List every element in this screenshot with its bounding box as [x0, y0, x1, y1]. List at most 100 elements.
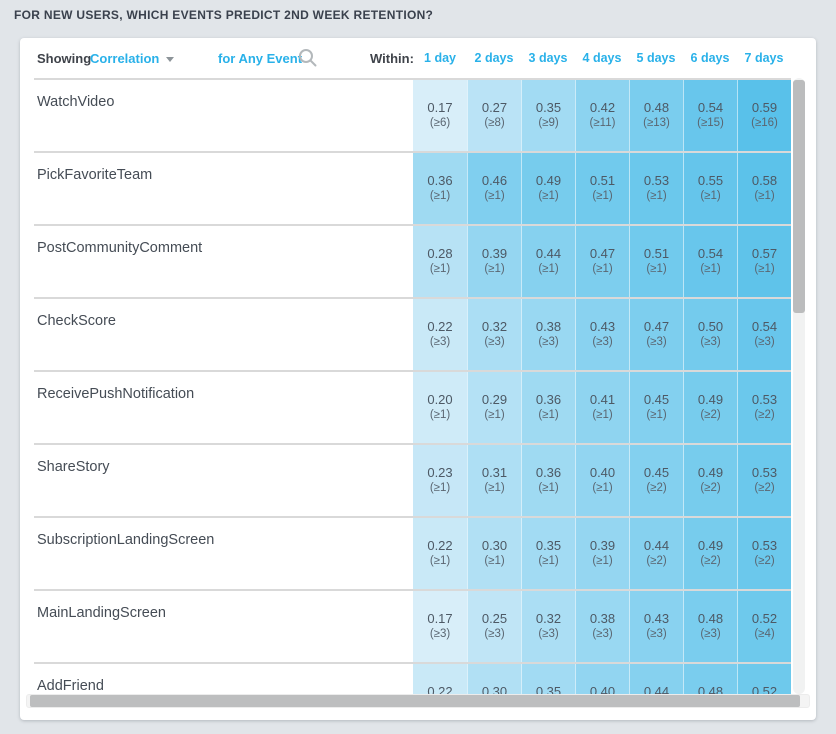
correlation-cell[interactable]: 0.35(≥9): [521, 80, 575, 151]
correlation-cell[interactable]: 0.25(≥3): [467, 591, 521, 662]
correlation-threshold: (≥3): [538, 627, 558, 642]
chevron-down-icon: [166, 57, 174, 62]
correlation-cell[interactable]: 0.48: [683, 664, 737, 694]
correlation-cell[interactable]: 0.45(≥2): [629, 445, 683, 516]
correlation-value: 0.49: [536, 173, 561, 188]
correlation-cell[interactable]: 0.45(≥1): [629, 372, 683, 443]
correlation-cell[interactable]: 0.27(≥8): [467, 80, 521, 151]
correlation-cell[interactable]: 0.30: [467, 664, 521, 694]
correlation-cell[interactable]: 0.22(≥3): [413, 299, 467, 370]
correlation-cell[interactable]: 0.46(≥1): [467, 153, 521, 224]
column-header-4-days[interactable]: 4 days: [575, 51, 629, 65]
correlation-cell[interactable]: 0.59(≥16): [737, 80, 791, 151]
correlation-value: 0.45: [644, 465, 669, 480]
correlation-cell[interactable]: 0.17(≥6): [413, 80, 467, 151]
correlation-cell[interactable]: 0.49(≥2): [683, 372, 737, 443]
horizontal-scrollbar[interactable]: [26, 694, 810, 708]
correlation-cell[interactable]: 0.40(≥1): [575, 445, 629, 516]
event-row: PickFavoriteTeam0.36(≥1)0.46(≥1)0.49(≥1)…: [34, 151, 791, 224]
event-row: WatchVideo0.17(≥6)0.27(≥8)0.35(≥9)0.42(≥…: [34, 78, 791, 151]
correlation-cell[interactable]: 0.29(≥1): [467, 372, 521, 443]
correlation-cell[interactable]: 0.54(≥3): [737, 299, 791, 370]
correlation-threshold: (≥3): [430, 335, 450, 350]
correlation-cell[interactable]: 0.48(≥3): [683, 591, 737, 662]
correlation-value: 0.48: [644, 100, 669, 115]
correlation-value: 0.55: [698, 173, 723, 188]
correlation-cell[interactable]: 0.43(≥3): [629, 591, 683, 662]
correlation-value: 0.59: [752, 100, 777, 115]
horizontal-scrollbar-thumb[interactable]: [30, 695, 800, 707]
correlation-cell[interactable]: 0.41(≥1): [575, 372, 629, 443]
vertical-scrollbar[interactable]: [793, 78, 805, 694]
correlation-threshold: (≥1): [430, 481, 450, 496]
correlation-cell[interactable]: 0.44: [629, 664, 683, 694]
correlation-cell[interactable]: 0.17(≥3): [413, 591, 467, 662]
correlation-cell[interactable]: 0.53(≥2): [737, 372, 791, 443]
correlation-cell[interactable]: 0.36(≥1): [413, 153, 467, 224]
correlation-value: 0.46: [482, 173, 507, 188]
correlation-value: 0.43: [590, 319, 615, 334]
column-header-6-days[interactable]: 6 days: [683, 51, 737, 65]
correlation-cell[interactable]: 0.48(≥13): [629, 80, 683, 151]
column-headers: 1 day2 days3 days4 days5 days6 days7 day…: [413, 51, 791, 65]
showing-dropdown[interactable]: Correlation: [90, 51, 174, 66]
column-header-5-days[interactable]: 5 days: [629, 51, 683, 65]
correlation-cell[interactable]: 0.54(≥1): [683, 226, 737, 297]
correlation-value: 0.32: [536, 611, 561, 626]
correlation-cell[interactable]: 0.50(≥3): [683, 299, 737, 370]
correlation-cell[interactable]: 0.47(≥1): [575, 226, 629, 297]
correlation-cell[interactable]: 0.51(≥1): [629, 226, 683, 297]
correlation-cell[interactable]: 0.57(≥1): [737, 226, 791, 297]
correlation-threshold: (≥1): [592, 262, 612, 277]
correlation-cell[interactable]: 0.55(≥1): [683, 153, 737, 224]
correlation-value: 0.22: [427, 319, 452, 334]
correlation-cell[interactable]: 0.22: [413, 664, 467, 694]
correlation-cell[interactable]: 0.58(≥1): [737, 153, 791, 224]
correlation-cell[interactable]: 0.53(≥2): [737, 518, 791, 589]
event-name: SubscriptionLandingScreen: [34, 518, 413, 589]
correlation-cell[interactable]: 0.38(≥3): [521, 299, 575, 370]
correlation-cell[interactable]: 0.32(≥3): [521, 591, 575, 662]
for-any-event-link[interactable]: for Any Event: [218, 51, 302, 66]
correlation-cell[interactable]: 0.53(≥2): [737, 445, 791, 516]
correlation-cell[interactable]: 0.36(≥1): [521, 445, 575, 516]
vertical-scrollbar-thumb[interactable]: [793, 80, 805, 313]
correlation-cell[interactable]: 0.42(≥11): [575, 80, 629, 151]
correlation-cell[interactable]: 0.44(≥1): [521, 226, 575, 297]
correlation-cell[interactable]: 0.40: [575, 664, 629, 694]
correlation-cell[interactable]: 0.39(≥1): [575, 518, 629, 589]
correlation-cell[interactable]: 0.49(≥1): [521, 153, 575, 224]
column-header-2-days[interactable]: 2 days: [467, 51, 521, 65]
column-header-3-days[interactable]: 3 days: [521, 51, 575, 65]
correlation-threshold: (≥1): [484, 554, 504, 569]
correlation-cell[interactable]: 0.47(≥3): [629, 299, 683, 370]
correlation-cell[interactable]: 0.44(≥2): [629, 518, 683, 589]
correlation-cell[interactable]: 0.38(≥3): [575, 591, 629, 662]
column-header-7-days[interactable]: 7 days: [737, 51, 791, 65]
correlation-cell[interactable]: 0.36(≥1): [521, 372, 575, 443]
correlation-cell[interactable]: 0.52: [737, 664, 791, 694]
column-header-1-day[interactable]: 1 day: [413, 51, 467, 65]
correlation-value: 0.52: [752, 684, 777, 694]
correlation-cell[interactable]: 0.39(≥1): [467, 226, 521, 297]
correlation-cell[interactable]: 0.54(≥15): [683, 80, 737, 151]
correlation-cell[interactable]: 0.51(≥1): [575, 153, 629, 224]
correlation-cell[interactable]: 0.49(≥2): [683, 518, 737, 589]
correlation-cell[interactable]: 0.23(≥1): [413, 445, 467, 516]
correlation-cell[interactable]: 0.20(≥1): [413, 372, 467, 443]
search-icon[interactable]: [297, 47, 319, 69]
correlation-cell[interactable]: 0.28(≥1): [413, 226, 467, 297]
event-name: MainLandingScreen: [34, 591, 413, 662]
correlation-value: 0.22: [427, 684, 452, 694]
correlation-card: Showing Correlation for Any Event Within…: [20, 38, 816, 720]
correlation-cell[interactable]: 0.30(≥1): [467, 518, 521, 589]
correlation-cell[interactable]: 0.49(≥2): [683, 445, 737, 516]
correlation-cell[interactable]: 0.53(≥1): [629, 153, 683, 224]
correlation-cell[interactable]: 0.52(≥4): [737, 591, 791, 662]
correlation-cell[interactable]: 0.43(≥3): [575, 299, 629, 370]
correlation-cell[interactable]: 0.35: [521, 664, 575, 694]
correlation-cell[interactable]: 0.22(≥1): [413, 518, 467, 589]
correlation-cell[interactable]: 0.35(≥1): [521, 518, 575, 589]
correlation-cell[interactable]: 0.31(≥1): [467, 445, 521, 516]
correlation-cell[interactable]: 0.32(≥3): [467, 299, 521, 370]
